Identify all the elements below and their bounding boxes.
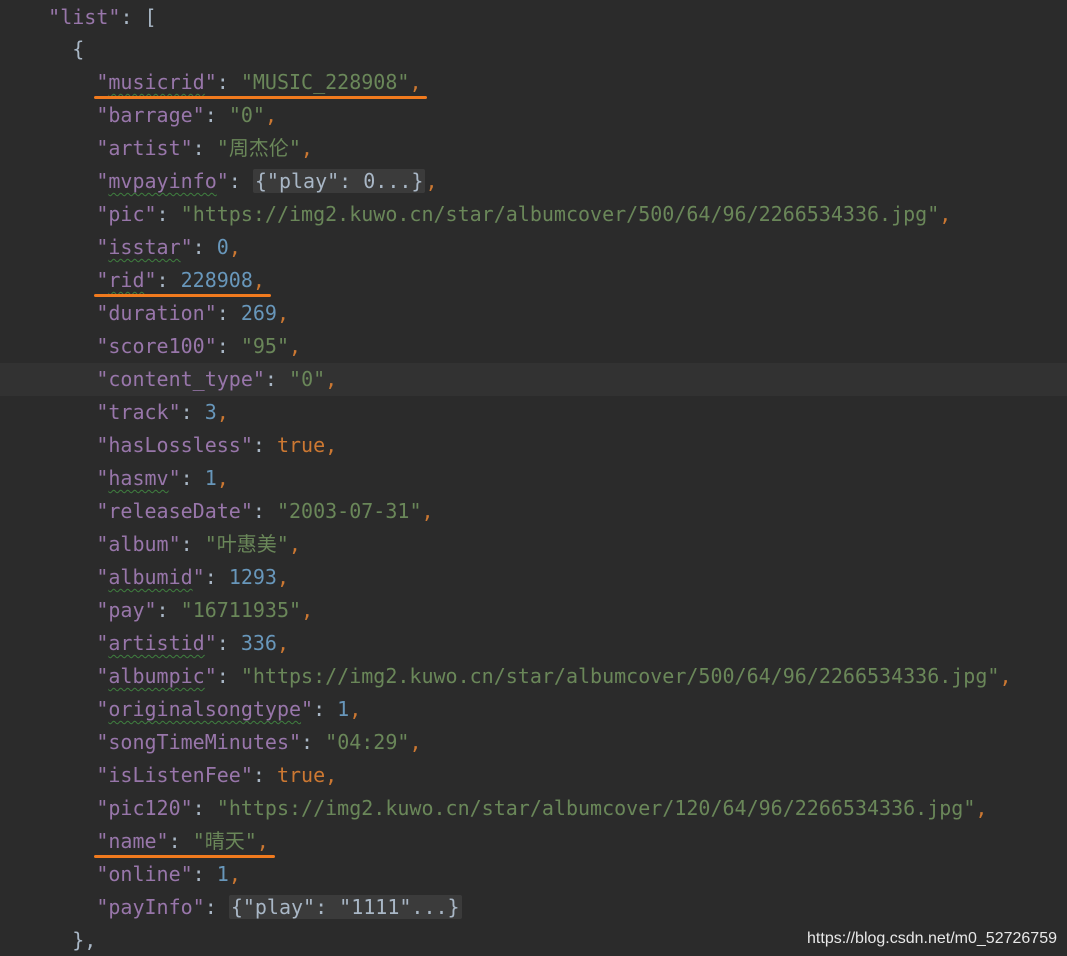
- field-value: 3: [204, 400, 217, 424]
- field-key: "isListenFee": [96, 763, 253, 787]
- field-value: "0": [289, 367, 326, 391]
- line-list-header: "list": [: [48, 5, 157, 29]
- field-value: 1293: [228, 565, 277, 589]
- field-key: "originalsongtype": [96, 697, 314, 721]
- folded-value[interactable]: {"play": "1111"...}: [228, 895, 462, 919]
- field-key: "releaseDate": [96, 499, 253, 523]
- field-value: "叶惠美": [204, 532, 289, 556]
- field-key: "payInfo": [96, 895, 205, 919]
- field-value: "0": [228, 103, 265, 127]
- field-line-pic: "pic": "https://img2.kuwo.cn/star/albumc…: [96, 202, 952, 226]
- field-key: "pic120": [96, 796, 193, 820]
- object-close-brace: },: [72, 928, 97, 952]
- field-value: "MUSIC_228908": [240, 70, 410, 94]
- field-line-album: "album": "叶惠美",: [96, 532, 301, 556]
- field-value: "04:29": [325, 730, 410, 754]
- field-key: "barrage": [96, 103, 205, 127]
- field-line-hasLossless: "hasLossless": true,: [96, 433, 338, 457]
- field-value: true: [276, 763, 326, 787]
- field-line-artist: "artist": "周杰伦",: [96, 136, 313, 160]
- annotation-underline: [94, 96, 428, 99]
- field-value: 336: [240, 631, 277, 655]
- field-line-barrage: "barrage": "0",: [96, 103, 277, 127]
- field-key: "musicrid": [96, 70, 217, 94]
- field-key: "content_type": [96, 367, 265, 391]
- field-value: 269: [240, 301, 277, 325]
- field-value: 1: [216, 862, 229, 886]
- field-line-hasmv: "hasmv": 1,: [96, 466, 229, 490]
- field-value: 1: [337, 697, 350, 721]
- field-line-duration: "duration": 269,: [96, 301, 290, 325]
- field-line-mvpayinfo: "mvpayinfo": {"play": 0...},: [96, 169, 438, 193]
- field-value: "https://img2.kuwo.cn/star/albumcover/50…: [240, 664, 1000, 688]
- field-key: "rid": [96, 268, 157, 292]
- field-value: 0: [216, 235, 229, 259]
- field-key: "pic": [96, 202, 157, 226]
- watermark-url: https://blog.csdn.net/m0_52726759: [807, 930, 1057, 947]
- folded-value[interactable]: {"play": 0...}: [252, 169, 426, 193]
- field-value: "晴天": [192, 829, 257, 853]
- field-key: "pay": [96, 598, 157, 622]
- field-line-albumpic: "albumpic": "https://img2.kuwo.cn/star/a…: [96, 664, 1012, 688]
- field-key: "artist": [96, 136, 193, 160]
- field-line-releaseDate: "releaseDate": "2003-07-31",: [96, 499, 434, 523]
- field-line-artistid: "artistid": 336,: [96, 631, 290, 655]
- field-line-content_type: "content_type": "0",: [0, 363, 1067, 396]
- field-value: "https://img2.kuwo.cn/star/albumcover/12…: [216, 796, 976, 820]
- field-line-track: "track": 3,: [96, 400, 229, 424]
- field-line-isstar: "isstar": 0,: [96, 235, 241, 259]
- field-key: "hasmv": [96, 466, 181, 490]
- field-key: "name": [96, 829, 169, 853]
- field-line-originalsongtype: "originalsongtype": 1,: [96, 697, 362, 721]
- line-object-open: {: [0, 33, 1067, 66]
- field-key: "hasLossless": [96, 433, 253, 457]
- field-value: "2003-07-31": [276, 499, 422, 523]
- field-line-songTimeMinutes: "songTimeMinutes": "04:29",: [96, 730, 422, 754]
- field-line-payInfo: "payInfo": {"play": "1111"...}: [96, 895, 462, 919]
- field-key: "albumid": [96, 565, 205, 589]
- field-key: "artistid": [96, 631, 217, 655]
- field-value: "16711935": [180, 598, 302, 622]
- list-key: "list": [48, 5, 121, 29]
- field-key: "album": [96, 532, 181, 556]
- field-key: "online": [96, 862, 193, 886]
- field-value: 1: [204, 466, 217, 490]
- annotation-underline: [94, 855, 275, 858]
- array-open-bracket: [: [144, 5, 157, 29]
- code-editor[interactable]: "list": [ { "musicrid": "MUSIC_228908", …: [0, 0, 1067, 956]
- object-open-brace: {: [72, 37, 85, 61]
- field-line-musicrid: "musicrid": "MUSIC_228908",: [96, 70, 422, 94]
- field-line-rid: "rid": 228908,: [96, 268, 265, 292]
- field-value: "周杰伦": [216, 136, 301, 160]
- field-key: "duration": [96, 301, 217, 325]
- field-key: "mvpayinfo": [96, 169, 229, 193]
- field-key: "track": [96, 400, 181, 424]
- field-key: "songTimeMinutes": [96, 730, 302, 754]
- field-line-name: "name": "晴天",: [96, 829, 269, 853]
- field-key: "isstar": [96, 235, 193, 259]
- field-line-pic120: "pic120": "https://img2.kuwo.cn/star/alb…: [96, 796, 988, 820]
- field-line-score100: "score100": "95",: [96, 334, 302, 358]
- field-line-albumid: "albumid": 1293,: [96, 565, 290, 589]
- field-line-pay: "pay": "16711935",: [96, 598, 314, 622]
- field-line-isListenFee: "isListenFee": true,: [96, 763, 338, 787]
- field-key: "score100": [96, 334, 217, 358]
- annotation-underline: [94, 294, 271, 297]
- field-value: true: [276, 433, 326, 457]
- field-value: 228908: [180, 268, 253, 292]
- field-value: "95": [240, 334, 290, 358]
- field-value: "https://img2.kuwo.cn/star/albumcover/50…: [180, 202, 940, 226]
- field-line-online: "online": 1,: [96, 862, 241, 886]
- field-key: "albumpic": [96, 664, 217, 688]
